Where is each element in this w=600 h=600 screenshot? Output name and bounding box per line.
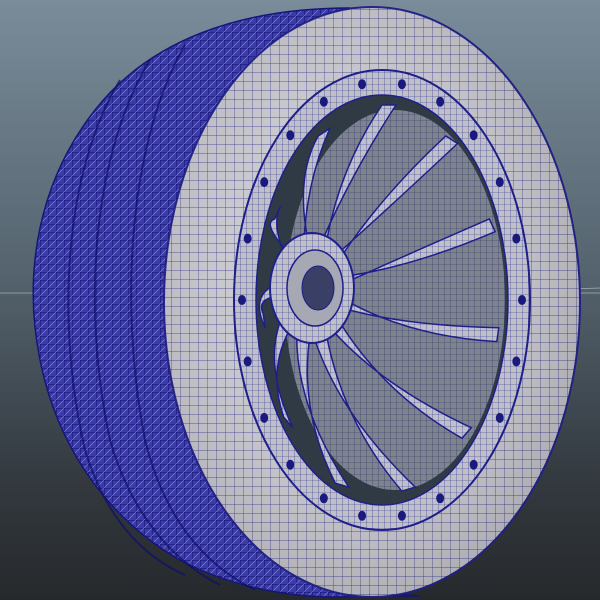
rim-bolt xyxy=(495,412,504,423)
rim-bolt xyxy=(260,177,269,188)
rim-bolt xyxy=(512,356,521,367)
rim-bolt xyxy=(469,459,478,470)
rim-bolt xyxy=(397,510,406,521)
rim-bolt xyxy=(469,130,478,141)
rim-bolt xyxy=(243,356,252,367)
rim-bolt xyxy=(260,412,269,423)
rim-bolt xyxy=(238,295,246,305)
3d-viewport[interactable] xyxy=(0,0,600,600)
wheel-hub[interactable] xyxy=(269,232,355,344)
wheel-rim[interactable] xyxy=(163,6,581,598)
rim-bolt xyxy=(512,233,521,244)
rim-bolt xyxy=(495,177,504,188)
rim-bolt xyxy=(319,96,328,107)
rim-bolt xyxy=(286,130,295,141)
rim-bolt xyxy=(243,233,252,244)
rim-bolt xyxy=(358,510,367,521)
wheel-scene[interactable] xyxy=(0,0,600,600)
rim-bolt xyxy=(319,493,328,504)
rim-bolt xyxy=(436,493,445,504)
rim-bolt xyxy=(397,79,406,90)
rim-bolt xyxy=(286,459,295,470)
rim-bolt xyxy=(358,79,367,90)
rim-bolt xyxy=(518,295,526,305)
rim-bolt xyxy=(436,96,445,107)
